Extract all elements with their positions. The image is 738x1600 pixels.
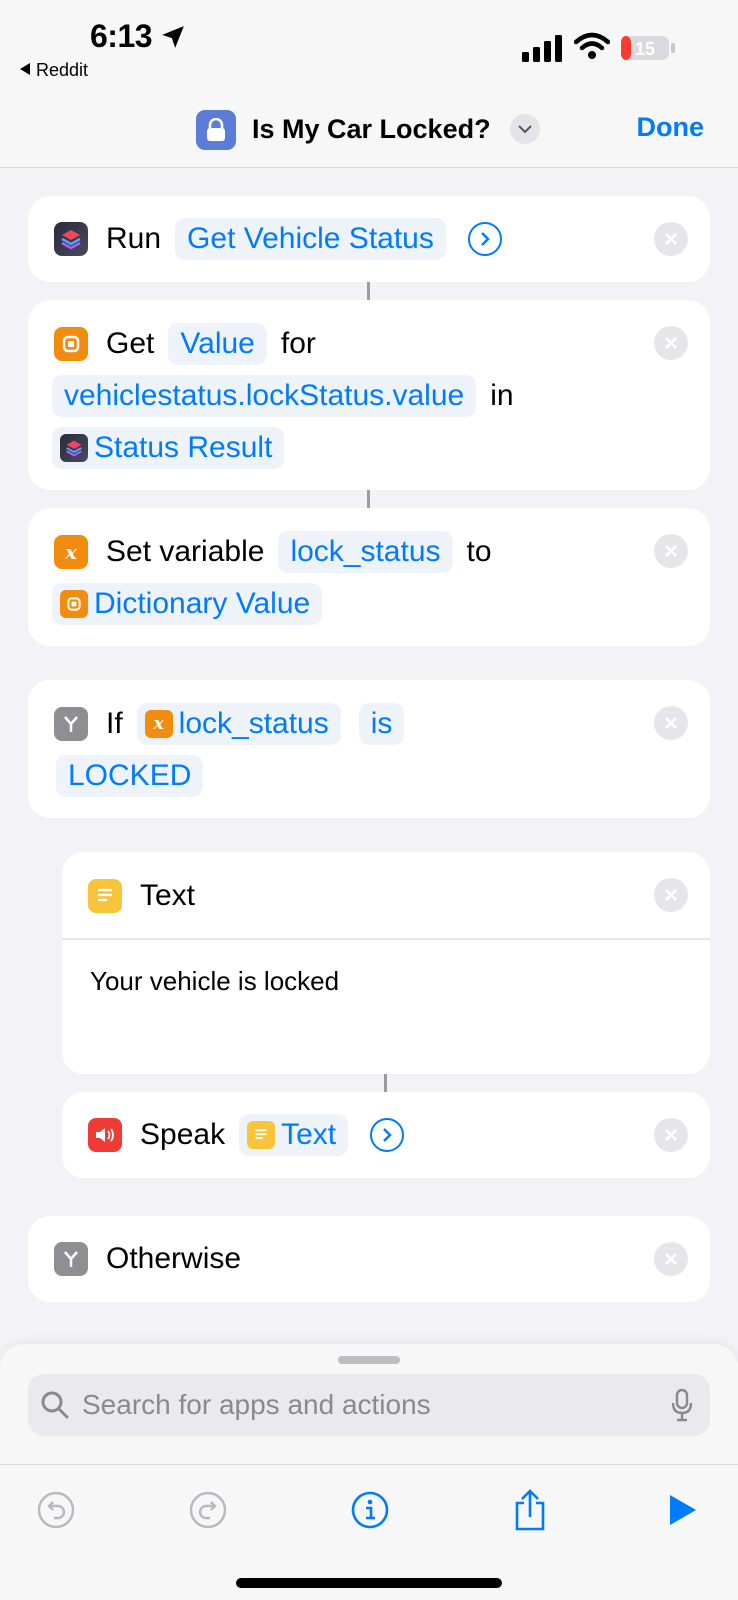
- remove-action-button[interactable]: [654, 326, 688, 360]
- for-label: for: [280, 327, 316, 360]
- action-if[interactable]: If x lock_status is LOCKED: [28, 680, 710, 818]
- if-label: If: [106, 707, 123, 740]
- connector: [384, 1074, 387, 1092]
- battery-icon: 15: [621, 36, 675, 60]
- shortcut-lock-icon[interactable]: [196, 110, 236, 150]
- close-icon: [665, 717, 677, 729]
- search-field[interactable]: Search for apps and actions: [28, 1374, 710, 1436]
- undo-button[interactable]: [34, 1488, 78, 1532]
- dictionary-value-label: Dictionary Value: [94, 587, 311, 620]
- text-content-field[interactable]: Your vehicle is locked: [90, 966, 339, 997]
- search-icon: [41, 1391, 69, 1419]
- shortcut-title[interactable]: Is My Car Locked?: [252, 114, 491, 145]
- remove-action-button[interactable]: [654, 222, 688, 256]
- value-token[interactable]: Value: [168, 323, 267, 365]
- action-text[interactable]: Text Your vehicle is locked: [62, 852, 710, 1074]
- cellular-signal-icon: [522, 35, 562, 62]
- dictionary-value-token[interactable]: Dictionary Value: [52, 583, 323, 625]
- variable-icon: x: [144, 710, 173, 738]
- dictionary-icon: [60, 590, 88, 618]
- redo-icon: [189, 1491, 227, 1529]
- close-icon: [665, 545, 677, 557]
- get-label: Get: [106, 327, 155, 360]
- wifi-icon: [574, 32, 610, 59]
- remove-action-button[interactable]: [654, 706, 688, 740]
- chevron-right-circle-icon[interactable]: [370, 1118, 405, 1152]
- connector: [367, 490, 370, 508]
- action-speak[interactable]: Speak Text: [62, 1092, 710, 1178]
- search-input[interactable]: Search for apps and actions: [82, 1389, 431, 1421]
- if-value-token[interactable]: LOCKED: [56, 755, 204, 797]
- text-icon: [247, 1121, 276, 1149]
- shortcuts-app-icon: [54, 222, 88, 256]
- redo-button[interactable]: [186, 1488, 230, 1532]
- chevron-right-circle-icon[interactable]: [467, 222, 502, 256]
- location-arrow-icon: [162, 26, 184, 48]
- shortcuts-app-icon: [60, 434, 88, 462]
- if-variable-token[interactable]: x lock_status: [136, 703, 341, 745]
- undo-icon: [37, 1491, 75, 1529]
- action-set-variable[interactable]: x Set variable lock_status to Dictionary…: [28, 508, 710, 646]
- if-variable-label: lock_status: [178, 707, 329, 740]
- if-operator-token[interactable]: is: [358, 703, 405, 745]
- back-to-app-button[interactable]: Reddit: [20, 60, 88, 81]
- microphone-icon[interactable]: [670, 1388, 694, 1422]
- text-label: Text: [140, 879, 196, 912]
- share-button[interactable]: [508, 1488, 552, 1532]
- info-button[interactable]: [348, 1488, 392, 1532]
- key-path-token[interactable]: vehiclestatus.lockStatus.value: [52, 375, 477, 417]
- if-branch-icon: [54, 707, 88, 741]
- shortcut-token[interactable]: Get Vehicle Status: [175, 218, 446, 260]
- connector: [367, 282, 370, 300]
- remove-action-button[interactable]: [654, 1242, 688, 1276]
- done-button[interactable]: Done: [637, 112, 705, 143]
- remove-action-button[interactable]: [654, 534, 688, 568]
- info-icon: [351, 1491, 389, 1529]
- status-time: 6:13: [90, 18, 153, 54]
- speaker-icon: [88, 1118, 122, 1152]
- action-otherwise[interactable]: Otherwise: [28, 1216, 710, 1302]
- if-branch-icon: [54, 1242, 88, 1276]
- action-get-dictionary-value[interactable]: Get Value for vehiclestatus.lockStatus.v…: [28, 300, 710, 490]
- battery-level: 15: [635, 39, 655, 59]
- in-label: in: [490, 379, 514, 412]
- home-indicator: [236, 1578, 502, 1588]
- close-icon: [665, 1253, 677, 1265]
- divider: [62, 938, 710, 940]
- variable-name-token[interactable]: lock_status: [278, 531, 453, 573]
- speak-text-token[interactable]: Text: [239, 1114, 349, 1156]
- variable-icon: x: [54, 535, 88, 569]
- nav-bar: Is My Car Locked? Done: [0, 92, 738, 168]
- run-shortcut-button[interactable]: [660, 1488, 704, 1532]
- close-icon: [665, 1129, 677, 1141]
- run-label: Run: [106, 222, 162, 255]
- remove-action-button[interactable]: [654, 1118, 688, 1152]
- close-icon: [665, 337, 677, 349]
- close-icon: [665, 889, 677, 901]
- chevron-down-icon[interactable]: [510, 114, 540, 144]
- toolbar-separator: [0, 1464, 738, 1465]
- set-variable-label: Set variable: [106, 535, 265, 568]
- status-result-token[interactable]: Status Result: [52, 427, 285, 469]
- speak-text-label: Text: [281, 1118, 337, 1151]
- status-result-label: Status Result: [94, 431, 273, 464]
- play-icon: [670, 1495, 696, 1525]
- dictionary-icon: [54, 327, 88, 361]
- action-search-sheet: Search for apps and actions: [0, 1344, 738, 1600]
- action-run[interactable]: Run Get Vehicle Status: [28, 196, 710, 282]
- otherwise-label: Otherwise: [106, 1242, 242, 1275]
- sheet-grabber[interactable]: [338, 1356, 400, 1364]
- status-bar: 6:13 Reddit 15: [0, 0, 738, 92]
- share-icon: [515, 1489, 545, 1531]
- remove-action-button[interactable]: [654, 878, 688, 912]
- close-icon: [665, 233, 677, 245]
- text-icon: [88, 879, 122, 913]
- to-label: to: [466, 535, 492, 568]
- back-app-label: Reddit: [36, 60, 89, 80]
- back-triangle-icon: [20, 63, 30, 75]
- speak-label: Speak: [140, 1118, 226, 1151]
